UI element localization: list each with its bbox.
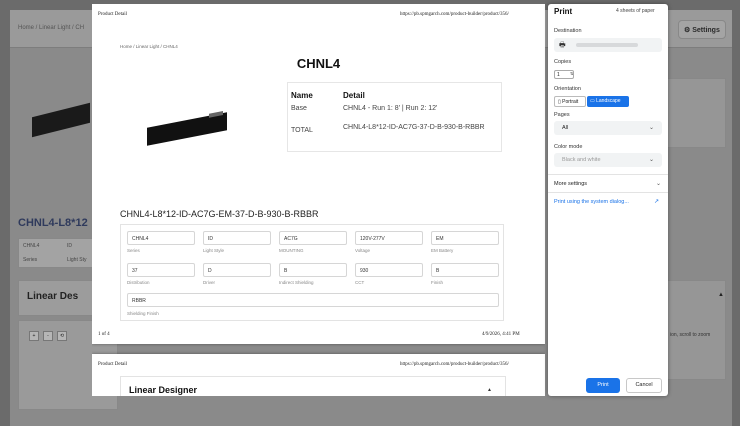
field-indirect-shielding: B [279, 263, 347, 277]
field-label: Indirect Shielding [279, 280, 314, 285]
page-number: 1 of 4 [98, 332, 110, 337]
preview-page-2: Product Detail https://pb.spmgarch.com/p… [92, 354, 545, 396]
chip-light-style[interactable]: ID [67, 243, 72, 249]
orientation-label: Orientation [554, 86, 581, 92]
color-mode-value: Black and white [562, 157, 601, 163]
field-label: Light Style [203, 248, 225, 253]
field-finish: B [431, 263, 499, 277]
detail-table: Name Detail Base CHNL4 - Run 1: 8' | Run… [287, 82, 502, 152]
page-header-url: https://pb.spmgarch.com/product-builder/… [400, 12, 509, 17]
copies-value: 1 [557, 72, 560, 78]
color-mode-select[interactable]: Black and white ⌄ [554, 153, 662, 167]
page-header-title: Product Detail [98, 362, 128, 367]
chevron-down-icon: ⌄ [648, 157, 654, 163]
breadcrumb: Home / Linear Light / CH [18, 25, 85, 31]
settings-button[interactable]: ⚙ Settings [678, 20, 726, 39]
zoom-hint: ion, scroll to zoom [670, 332, 711, 338]
pages-label: Pages [554, 112, 570, 118]
field-voltage: 120V-277V [355, 231, 423, 245]
product-image [32, 102, 90, 138]
field-label: Driver [203, 280, 215, 285]
zoom-in-button[interactable]: + [29, 331, 39, 341]
field-mounting: AC7G [279, 231, 347, 245]
copies-input[interactable]: 1 ⇅ [554, 70, 574, 79]
product-heading: CHNL4-L8*12 [18, 217, 88, 229]
page-header-title: Product Detail [98, 12, 128, 17]
external-link-icon[interactable]: ↗ [654, 198, 659, 205]
collapse-caret-icon[interactable]: ▲ [718, 292, 724, 298]
field-label: Series [127, 248, 140, 253]
destination-select[interactable]: 🖶 [554, 38, 662, 52]
printer-icon: 🖶 [559, 42, 566, 49]
divider [548, 174, 668, 175]
table-cell-name: Base [291, 105, 307, 112]
pages-select[interactable]: All ⌄ [554, 121, 662, 135]
linear-designer-section: Linear Designer ▲ [120, 376, 506, 396]
field-label: Voltage [355, 248, 371, 253]
sheet-count: 4 sheets of paper [616, 8, 655, 14]
product-image [147, 112, 227, 146]
table-header-name: Name [291, 91, 313, 100]
field-series: CHNL4 [127, 231, 195, 245]
print-button[interactable]: Print [586, 378, 620, 393]
print-dialog: Print 4 sheets of paper Destination 🖶 Co… [548, 4, 668, 396]
options-form: CHNL4 ID AC7G 120V-277V EM Series Light … [120, 224, 504, 321]
chip-label-light-style: Light Sty [67, 257, 87, 263]
pages-value: All [562, 125, 569, 131]
field-label: Distribution [127, 280, 150, 285]
page-title: CHNL4 [296, 56, 341, 71]
cancel-button[interactable]: Cancel [626, 378, 662, 393]
landscape-label: Landscape [596, 98, 621, 104]
table-cell-detail: CHNL4 - Run 1: 8' | Run 2: 12' [343, 105, 438, 112]
product-sku: CHNL4-L8*12-ID-AC7G-EM-37-D-B-930-B-RBBR [120, 209, 319, 219]
portrait-icon: ▯ [558, 99, 561, 105]
zoom-out-button[interactable]: - [43, 331, 53, 341]
settings-label: Settings [692, 27, 720, 34]
copies-label: Copies [554, 59, 572, 65]
landscape-button[interactable]: ▭ Landscape [587, 96, 629, 107]
field-shielding-finish: RBBR [127, 293, 499, 307]
reset-button[interactable]: ⟲ [57, 331, 67, 341]
field-label: EM Battery [431, 248, 454, 253]
page-timestamp: 4/9/2026, 4:41 PM [482, 332, 520, 337]
destination-label: Destination [554, 28, 582, 34]
table-cell-name: TOTAL [291, 127, 313, 134]
field-label: Shielding Finish [127, 311, 159, 316]
field-label: Finish [431, 280, 444, 285]
color-mode-label: Color mode [554, 144, 583, 150]
field-em-battery: EM [431, 231, 499, 245]
field-light-style: ID [203, 231, 271, 245]
preview-page-1: Product Detail https://pb.spmgarch.com/p… [92, 4, 545, 344]
chip-label-series: Series [23, 257, 38, 263]
page-breadcrumb: Home / Linear Light / CHNL4 [120, 44, 178, 49]
chevron-down-icon: ⌄ [648, 125, 654, 131]
printer-name-redacted [576, 43, 638, 47]
field-label: CCT [355, 280, 365, 285]
gear-icon: ⚙ [684, 27, 691, 34]
section-title: Linear Designer [129, 385, 198, 395]
field-driver: D [203, 263, 271, 277]
print-preview[interactable]: Product Detail https://pb.spmgarch.com/p… [92, 4, 545, 396]
landscape-icon: ▭ [590, 98, 595, 104]
page-header-url: https://pb.spmgarch.com/product-builder/… [400, 362, 509, 367]
portrait-label: Portrait [562, 99, 579, 105]
system-dialog-link[interactable]: Print using the system dialog... [554, 199, 629, 205]
caret-up-icon: ▲ [487, 387, 492, 393]
table-header-detail: Detail [343, 91, 365, 100]
portrait-button[interactable]: ▯ Portrait [554, 96, 586, 107]
spinner-icon[interactable]: ⇅ [570, 71, 573, 76]
chevron-down-icon[interactable]: ⌄ [656, 180, 661, 187]
divider [548, 192, 668, 193]
chip-series[interactable]: CHNL4 [23, 243, 39, 249]
field-label: MOUNTING [279, 248, 304, 253]
table-cell-detail: CHNL4-L8*12-ID-AC7G-37-D-B-930-B-RBBR [343, 124, 485, 131]
field-cct: 930 [355, 263, 423, 277]
dialog-title: Print [554, 7, 573, 16]
more-settings-toggle[interactable]: More settings [554, 181, 587, 187]
field-distribution: 37 [127, 263, 195, 277]
